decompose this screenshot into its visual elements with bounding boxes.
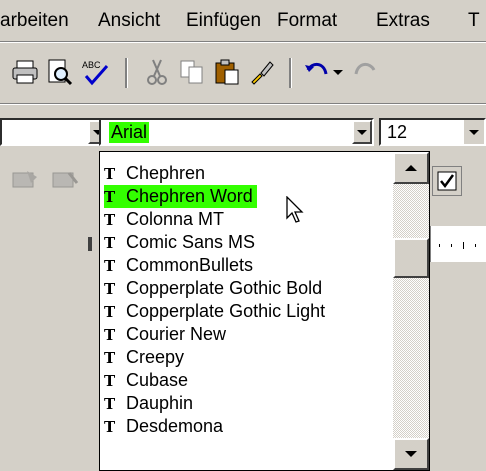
print-icon[interactable] [10,57,40,87]
standard-toolbar: ABC [0,44,486,102]
copy-icon[interactable] [177,57,207,87]
mouse-pointer-icon [286,195,304,229]
truetype-icon: T [104,325,115,344]
font-combo-value[interactable]: Arial [109,122,150,143]
font-dropdown-list: T Chephren T Chephren Word T Colonna MT T Co… [99,151,430,471]
font-item-label: Dauphin [126,393,194,413]
print-preview-icon[interactable] [44,57,74,87]
font-item[interactable]: T Cubase [104,369,188,392]
spellcheck-icon[interactable]: ABC [80,57,110,87]
undo-icon[interactable] [302,57,332,87]
svg-text:ABC: ABC [82,60,101,70]
truetype-icon: T [104,256,115,275]
toolbar-separator [125,58,127,88]
document-edge [430,262,486,471]
font-item[interactable]: T Dauphin [104,392,193,415]
menu-format[interactable]: Format [277,10,337,32]
scroll-down-button[interactable] [393,438,429,470]
truetype-icon: T [104,394,115,413]
truetype-icon: T [104,164,115,183]
ruler-left [0,226,99,262]
menu-tabelle[interactable]: T [468,10,480,32]
font-item[interactable]: T CommonBullets [104,254,253,277]
font-item-label: Chephren Word [126,186,253,206]
truetype-icon: T [104,187,115,206]
checkbox-tool-icon[interactable] [432,166,462,196]
truetype-icon: T [104,371,115,390]
truetype-icon: T [104,210,115,229]
font-list-scrollbar[interactable] [393,152,429,470]
font-item-label: Courier New [126,324,227,344]
font-item[interactable]: T Copperplate Gothic Bold [104,277,322,300]
ruler-right [430,226,486,262]
redo-icon[interactable] [350,57,380,87]
truetype-icon: T [104,348,115,367]
size-combo-value[interactable]: 12 [387,122,407,143]
font-item-label: Creepy [126,347,185,367]
font-item[interactable]: T Desdemona [104,415,223,438]
scroll-up-button[interactable] [393,152,429,184]
menu-bearbeiten[interactable]: arbeiten [0,10,69,32]
truetype-icon: T [104,279,115,298]
format-painter-icon[interactable] [247,57,277,87]
font-item-label: Copperplate Gothic Bold [126,278,323,298]
truetype-icon: T [104,302,115,321]
ruler-marker [88,237,92,251]
size-dropdown-button[interactable] [464,120,484,144]
menu-einfuegen[interactable]: Einfügen [186,10,261,32]
font-item-selected[interactable]: T Chephren Word [104,185,257,208]
menu-bar: arbeiten Ansicht Einfügen Format Extras … [0,0,486,40]
font-item-label: Cubase [126,370,189,390]
font-item-label: Chephren [126,163,206,183]
menu-extras[interactable]: Extras [376,10,430,32]
divider [0,42,486,43]
paste-icon[interactable] [212,57,242,87]
font-item-label: Comic Sans MS [126,232,256,252]
insert-icon[interactable] [10,165,40,195]
divider [0,104,486,105]
toolbar-separator [289,58,291,88]
truetype-icon: T [104,417,115,436]
font-item-label: CommonBullets [126,255,254,275]
font-item-label: Colonna MT [126,209,225,229]
font-item[interactable]: T Copperplate Gothic Light [104,300,325,323]
font-item[interactable]: T Courier New [104,323,226,346]
drawing-toolbar [0,155,98,205]
font-dropdown-button[interactable] [352,120,372,144]
delete-icon[interactable] [50,165,80,195]
font-item[interactable]: T Comic Sans MS [104,231,255,254]
font-item[interactable]: T Creepy [104,346,184,369]
font-item[interactable]: T Colonna MT [104,208,224,231]
font-combo[interactable]: Arial [99,118,374,146]
truetype-icon: T [104,233,115,252]
scroll-thumb[interactable] [393,238,429,278]
undo-dropdown-icon[interactable] [333,70,343,75]
menu-ansicht[interactable]: Ansicht [98,10,160,32]
cut-icon[interactable] [142,57,172,87]
font-item-label: Desdemona [126,416,224,436]
font-item[interactable]: T Chephren [104,162,205,185]
size-combo[interactable]: 12 [379,118,486,146]
font-item-label: Copperplate Gothic Light [126,301,326,321]
style-combo[interactable] [0,118,110,146]
